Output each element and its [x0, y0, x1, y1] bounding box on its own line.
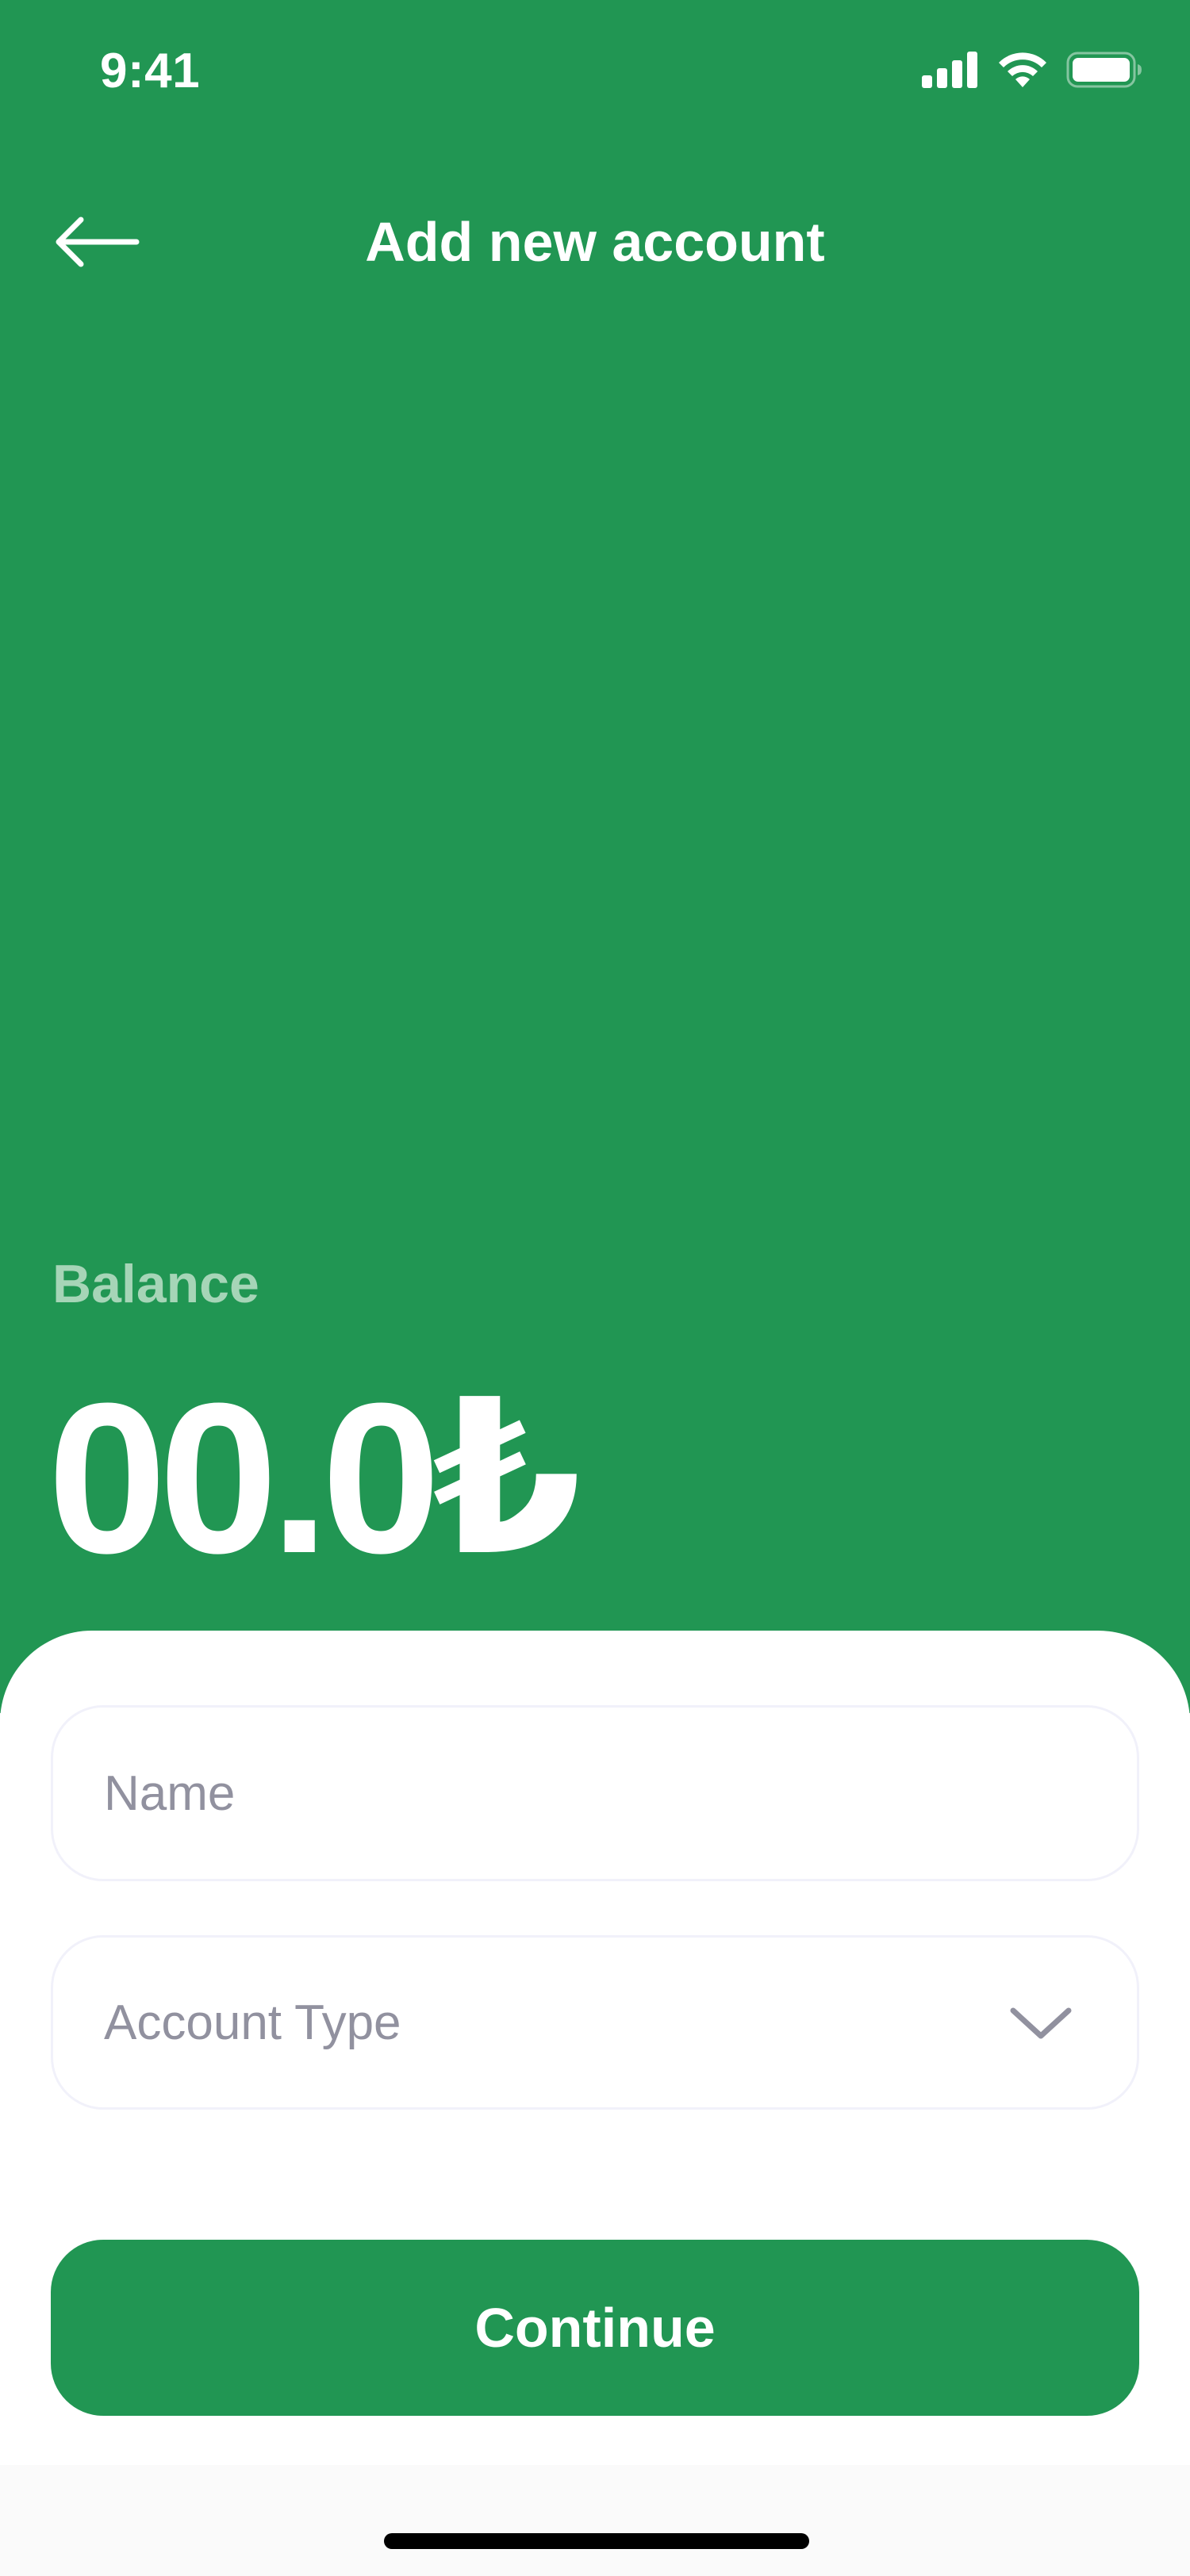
- home-indicator[interactable]: [384, 2533, 809, 2549]
- chevron-down-icon: [1008, 2004, 1073, 2042]
- name-field-container: [51, 1705, 1139, 1881]
- status-icons: [922, 49, 1142, 90]
- balance-label: Balance: [52, 1254, 259, 1314]
- add-account-screen: 9:41 Add new account Balance 00.0₺ Name …: [0, 0, 1190, 2576]
- arrow-left-icon: [56, 217, 140, 267]
- account-type-placeholder: Account Type: [104, 1995, 401, 2050]
- header: Add new account: [0, 182, 1190, 301]
- status-bar: 9:41: [0, 0, 1190, 143]
- home-indicator-area: [0, 2465, 1190, 2576]
- account-type-select[interactable]: Account Type: [51, 1935, 1139, 2110]
- form-sheet: Account Type Continue: [0, 1631, 1190, 2465]
- wifi-icon: [999, 52, 1046, 87]
- continue-button[interactable]: Continue: [51, 2240, 1139, 2416]
- battery-icon: [1066, 52, 1142, 88]
- cellular-signal-icon: [922, 52, 977, 88]
- page-title: Add new account: [365, 211, 825, 273]
- status-time: 9:41: [100, 44, 201, 98]
- name-input[interactable]: [53, 1708, 1137, 1879]
- back-button[interactable]: [52, 206, 148, 278]
- balance-amount: 00.0₺: [48, 1359, 582, 1598]
